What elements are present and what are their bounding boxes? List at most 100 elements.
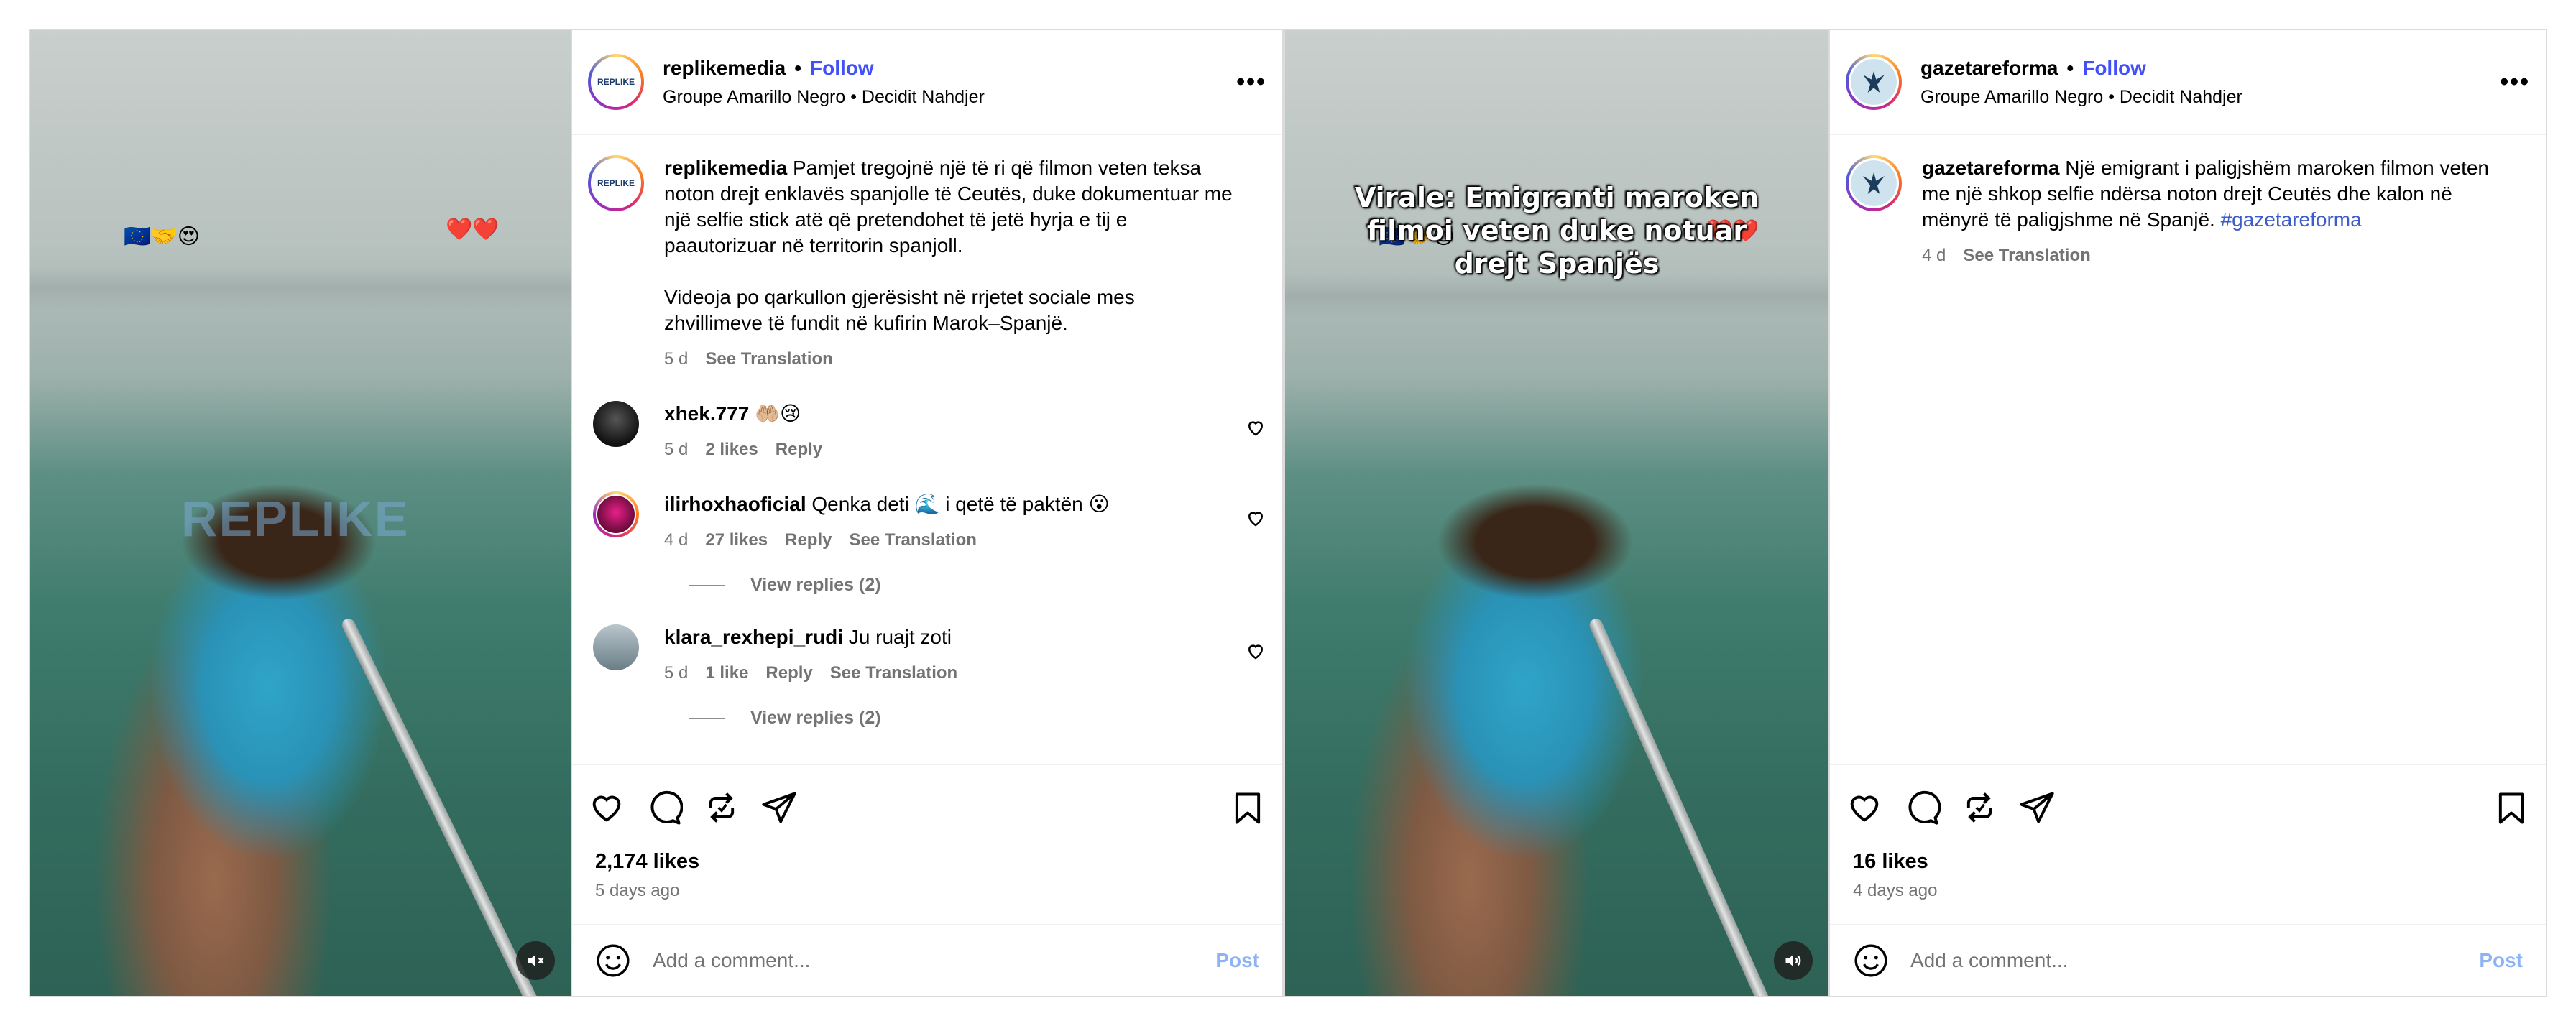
- username[interactable]: gazetareforma: [1920, 57, 2058, 80]
- separator: •: [2066, 56, 2074, 79]
- more-options-icon[interactable]: •••: [2500, 70, 2530, 94]
- emoji-icon[interactable]: [1853, 943, 1889, 979]
- comment-time: 5 d: [664, 663, 689, 683]
- action-bar: [572, 764, 1282, 850]
- post-comment-button[interactable]: Post: [1215, 949, 1259, 972]
- overlay-emojis-right: ❤️❤️: [446, 218, 500, 241]
- like-count[interactable]: 16 likes: [1830, 850, 2546, 874]
- caption-username[interactable]: replikemedia: [664, 157, 787, 179]
- repost-icon[interactable]: [703, 789, 740, 826]
- comment-username[interactable]: klara_rexhepi_rudi: [664, 626, 843, 648]
- heart-icon[interactable]: [588, 789, 625, 826]
- post-card-replikemedia: REPLIKE 🇪🇺🤝😍 ❤️❤️ REPLIKE replikemedia •…: [29, 29, 1284, 997]
- comments-section: gazetareforma Një emigrant i paligjshëm …: [1830, 135, 2546, 764]
- comment-avatar[interactable]: [593, 624, 639, 670]
- see-translation-link[interactable]: See Translation: [1963, 243, 2090, 269]
- comment-icon[interactable]: [645, 789, 683, 826]
- comment-input[interactable]: Add a comment...: [1910, 949, 2479, 972]
- comment: xhek.777 🤲🏼😢 5 d 2 likes Reply: [588, 401, 1266, 463]
- video-player[interactable]: REPLIKE 🇪🇺🤝😍 ❤️❤️: [30, 30, 571, 996]
- watermark: REPLIKE: [181, 491, 410, 547]
- post-sidebar: gazetareforma • Follow Groupe Amarillo N…: [1828, 30, 2546, 996]
- comment: klara_rexhepi_rudi Ju ruajt zoti 5 d 1 l…: [588, 624, 1266, 686]
- post-comment-button[interactable]: Post: [2479, 949, 2523, 972]
- comment-username[interactable]: xhek.777: [664, 402, 749, 425]
- audio-info[interactable]: Groupe Amarillo Negro • Decidit Nahdjer: [1920, 87, 2242, 108]
- reply-button[interactable]: Reply: [785, 527, 832, 553]
- bird-logo-icon: [1851, 160, 1897, 206]
- avatar[interactable]: REPLIKE: [588, 54, 644, 110]
- heart-icon[interactable]: [1846, 789, 1883, 826]
- comment-time: 4 d: [664, 530, 689, 550]
- comment-likes[interactable]: 2 likes: [705, 437, 758, 463]
- comment-avatar[interactable]: [593, 491, 639, 537]
- more-options-icon[interactable]: •••: [1236, 70, 1266, 94]
- post-date: 4 days ago: [1853, 881, 1938, 900]
- comment-text: Ju ruajt zoti: [848, 626, 952, 648]
- comment-avatar[interactable]: [593, 401, 639, 447]
- view-replies-button[interactable]: View replies (2): [689, 708, 1266, 729]
- caption-username[interactable]: gazetareforma: [1922, 157, 2059, 179]
- caption: gazetareforma Një emigrant i paligjshëm …: [1846, 155, 2530, 269]
- audio-info[interactable]: Groupe Amarillo Negro • Decidit Nahdjer: [663, 87, 985, 108]
- comment-time: 5 d: [664, 440, 689, 459]
- action-bar: [1830, 764, 2546, 850]
- overlay-emojis-left: 🇪🇺🤝😍: [124, 225, 200, 249]
- post-date: 5 days ago: [595, 881, 680, 900]
- follow-button[interactable]: Follow: [2082, 57, 2146, 80]
- follow-button[interactable]: Follow: [810, 57, 874, 80]
- reply-button[interactable]: Reply: [776, 437, 822, 463]
- reply-button[interactable]: Reply: [765, 660, 812, 686]
- caption-avatar[interactable]: [1846, 155, 1902, 211]
- like-comment-icon[interactable]: [1245, 640, 1266, 662]
- post-card-gazetareforma: 🇪🇺🤝😍 ❤️❤️ Virale: Emigranti maroken film…: [1284, 29, 2547, 997]
- horizon: [1285, 274, 1828, 318]
- horizon: [30, 267, 571, 310]
- avatar-logo: REPLIKE: [597, 77, 635, 87]
- see-translation-link[interactable]: See Translation: [830, 660, 957, 686]
- video-overlay-title: Virale: Emigranti maroken filmoi veten d…: [1354, 182, 1760, 279]
- bookmark-icon[interactable]: [1229, 790, 1266, 827]
- separator: •: [794, 56, 802, 79]
- caption-time: 5 d: [664, 349, 689, 369]
- muted-icon[interactable]: [516, 941, 555, 980]
- repost-icon[interactable]: [1961, 789, 1998, 826]
- caption-avatar-logo: REPLIKE: [597, 178, 635, 188]
- post-header: gazetareforma • Follow Groupe Amarillo N…: [1830, 30, 2546, 135]
- video-frame: [1285, 30, 1828, 996]
- bookmark-icon[interactable]: [2493, 790, 2530, 827]
- see-translation-link[interactable]: See Translation: [705, 346, 832, 372]
- like-comment-icon[interactable]: [1245, 507, 1266, 529]
- caption-text-2: Videoja po qarkullon gjerësisht në rrjet…: [664, 286, 1135, 334]
- caption-time: 4 d: [1922, 246, 1946, 265]
- comments-section: REPLIKE replikemedia Pamjet tregojnë një…: [572, 135, 1282, 764]
- bird-logo-icon: [1851, 59, 1897, 105]
- share-icon[interactable]: [760, 789, 798, 826]
- share-icon[interactable]: [2018, 789, 2056, 826]
- comment-text: 🤲🏼😢: [755, 402, 801, 425]
- see-translation-link[interactable]: See Translation: [849, 527, 976, 553]
- sound-icon[interactable]: [1774, 941, 1813, 980]
- post-sidebar: REPLIKE replikemedia • Follow Groupe Ama…: [571, 30, 1282, 996]
- add-comment-bar: Add a comment... Post: [572, 924, 1282, 996]
- comment-input[interactable]: Add a comment...: [653, 949, 1215, 972]
- comment-username[interactable]: ilirhoxhaoficial: [664, 493, 806, 515]
- username[interactable]: replikemedia: [663, 57, 786, 80]
- emoji-icon[interactable]: [595, 943, 631, 979]
- avatar[interactable]: [1846, 54, 1902, 110]
- post-header: REPLIKE replikemedia • Follow Groupe Ama…: [572, 30, 1282, 135]
- add-comment-bar: Add a comment... Post: [1830, 924, 2546, 996]
- view-replies-label: View replies (2): [750, 708, 881, 728]
- view-replies-label: View replies (2): [750, 575, 881, 595]
- comment-icon[interactable]: [1903, 789, 1941, 826]
- caption: REPLIKE replikemedia Pamjet tregojnë një…: [588, 155, 1266, 372]
- like-count[interactable]: 2,174 likes: [572, 850, 1282, 874]
- hashtag-link[interactable]: #gazetareforma: [2221, 208, 2362, 231]
- video-player[interactable]: 🇪🇺🤝😍 ❤️❤️ Virale: Emigranti maroken film…: [1285, 30, 1828, 996]
- comment: ilirhoxhaoficial Qenka deti 🌊 i qetë të …: [588, 491, 1266, 553]
- like-comment-icon[interactable]: [1245, 417, 1266, 438]
- view-replies-button[interactable]: View replies (2): [689, 575, 1266, 596]
- comment-likes[interactable]: 27 likes: [705, 527, 768, 553]
- caption-avatar[interactable]: REPLIKE: [588, 155, 644, 211]
- comment-likes[interactable]: 1 like: [705, 660, 748, 686]
